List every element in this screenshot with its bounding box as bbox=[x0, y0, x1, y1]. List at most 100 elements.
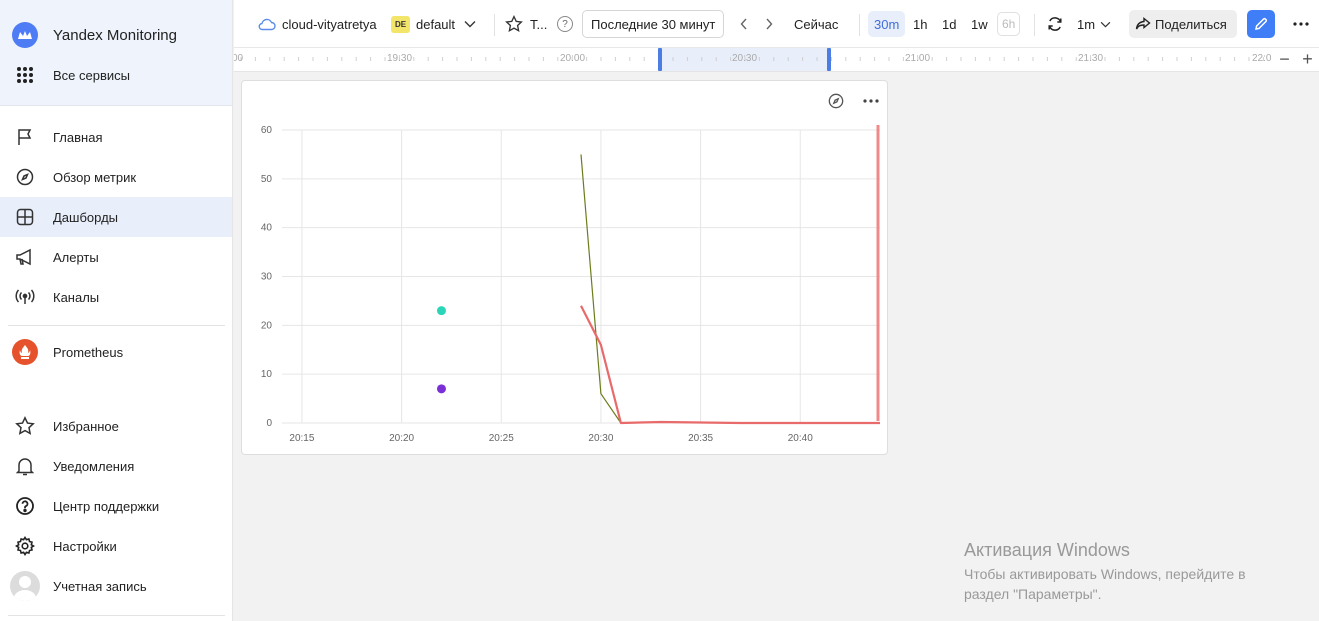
ruler-label: 00 bbox=[234, 53, 244, 64]
line-chart[interactable]: 0 10 20 30 40 50 60 20:15 20:20 20:25 20:30 20:35 20… bbox=[242, 81, 889, 456]
share-button[interactable]: Поделиться bbox=[1129, 0, 1237, 48]
sidebar-item-label: Главная bbox=[53, 129, 103, 145]
sidebar-item-label: Уведомления bbox=[53, 458, 135, 474]
watermark-line: раздел "Параметры". bbox=[964, 586, 1102, 602]
yandex-monitoring-logo-icon bbox=[12, 22, 38, 48]
y-tick-label: 0 bbox=[266, 418, 272, 429]
more-menu-button[interactable] bbox=[1293, 0, 1309, 48]
preset-6h[interactable]: 6h bbox=[997, 0, 1021, 48]
refresh-interval-select[interactable]: 1m bbox=[1077, 0, 1111, 48]
top-bar: cloud-vityatretya DE default T... ? Посл… bbox=[234, 0, 1319, 48]
timeline-handle-end[interactable] bbox=[827, 48, 831, 71]
next-range-button[interactable] bbox=[765, 0, 773, 48]
gear-icon bbox=[12, 534, 38, 558]
refresh-button[interactable] bbox=[1047, 0, 1063, 48]
chart-widget: 0 10 20 30 40 50 60 20:15 20:20 20:25 20:30 20:35 20… bbox=[241, 80, 888, 455]
ruler-label: 20:00 bbox=[560, 53, 586, 64]
chevron-down-icon bbox=[1100, 21, 1111, 28]
toolbar-separator bbox=[494, 14, 495, 36]
sidebar-divider bbox=[8, 615, 225, 616]
all-services-button[interactable]: Все сервисы bbox=[0, 55, 232, 95]
zoom-out-button[interactable]: − bbox=[1279, 49, 1290, 70]
y-tick-label: 20 bbox=[261, 320, 273, 331]
time-range-label: Последние 30 минут bbox=[591, 16, 716, 32]
widget-more-button[interactable] bbox=[861, 91, 881, 111]
y-tick-label: 10 bbox=[261, 369, 273, 380]
help-button[interactable]: ? bbox=[557, 0, 573, 48]
watermark-title: Активация Windows bbox=[964, 540, 1130, 560]
star-icon bbox=[505, 15, 523, 33]
series-line bbox=[580, 305, 880, 425]
sidebar-item-label: Учетная запись bbox=[53, 578, 147, 594]
ruler-label: 21:30 bbox=[1078, 53, 1104, 64]
time-range-picker[interactable]: Последние 30 минут bbox=[582, 0, 725, 48]
series-point bbox=[436, 384, 446, 394]
x-tick-label: 20:25 bbox=[489, 433, 514, 444]
compass-icon bbox=[12, 165, 38, 189]
widget-explore-button[interactable] bbox=[826, 91, 846, 111]
zoom-in-button[interactable]: + bbox=[1302, 49, 1313, 70]
x-tick-label: 20:40 bbox=[788, 433, 813, 444]
favorite-button[interactable] bbox=[505, 0, 523, 48]
more-dots-icon bbox=[1293, 22, 1309, 26]
sidebar-item-dashboards[interactable]: Дашборды bbox=[0, 197, 232, 237]
sidebar-item-metrics-overview[interactable]: Обзор метрик bbox=[0, 157, 232, 197]
chevron-left-icon bbox=[740, 18, 748, 30]
preset-1w[interactable]: 1w bbox=[971, 0, 988, 48]
now-button[interactable]: Сейчас bbox=[794, 0, 838, 48]
folder-selector[interactable]: DE default bbox=[391, 0, 476, 48]
chevron-down-icon bbox=[464, 20, 476, 28]
folder-badge: DE bbox=[391, 15, 410, 33]
folder-name: default bbox=[416, 16, 456, 32]
sidebar-item-label: Алерты bbox=[53, 249, 99, 265]
preset-1h[interactable]: 1h bbox=[913, 0, 927, 48]
sidebar-item-label: Дашборды bbox=[53, 209, 118, 225]
preset-1d[interactable]: 1d bbox=[942, 0, 956, 48]
sidebar-item-label: Центр поддержки bbox=[53, 498, 160, 514]
preset-30m[interactable]: 30m bbox=[868, 0, 906, 48]
edit-button[interactable] bbox=[1247, 0, 1275, 48]
y-tick-label: 30 bbox=[261, 272, 273, 283]
x-tick-label: 20:30 bbox=[588, 433, 613, 444]
sidebar-item-settings[interactable]: Настройки bbox=[0, 526, 232, 566]
timeline-handle-start[interactable] bbox=[658, 48, 662, 71]
sidebar: Yandex Monitoring Все сервисы Главная Об… bbox=[0, 0, 233, 621]
toolbar-separator bbox=[1034, 14, 1035, 36]
sidebar-item-channels[interactable]: Каналы bbox=[0, 277, 232, 317]
sidebar-item-prometheus[interactable]: Prometheus bbox=[0, 332, 232, 372]
sidebar-item-label: Избранное bbox=[53, 418, 119, 434]
y-tick-label: 40 bbox=[261, 223, 273, 234]
prev-range-button[interactable] bbox=[740, 0, 748, 48]
ruler-label: 21:00 bbox=[905, 53, 931, 64]
y-tick-label: 50 bbox=[261, 174, 273, 185]
brand-name: Yandex Monitoring bbox=[53, 26, 177, 44]
ruler-label: 19:30 bbox=[387, 53, 413, 64]
all-services-label: Все сервисы bbox=[53, 67, 130, 83]
series-point bbox=[436, 306, 446, 316]
x-tick-label: 20:15 bbox=[289, 433, 314, 444]
cloud-name: cloud-vityatretya bbox=[282, 16, 377, 32]
brand-link[interactable]: Yandex Monitoring bbox=[0, 15, 232, 55]
chevron-right-icon bbox=[765, 18, 773, 30]
sidebar-item-alerts[interactable]: Алерты bbox=[0, 237, 232, 277]
watermark-line: Чтобы активировать Windows, перейдите в bbox=[964, 566, 1246, 582]
sidebar-item-favorites[interactable]: Избранное bbox=[0, 406, 232, 446]
sidebar-item-label: Prometheus bbox=[53, 344, 124, 360]
avatar bbox=[10, 571, 40, 601]
timeline-ruler[interactable]: 00 19:30 20:00 20:30 21:00 21:30 22:0 − … bbox=[234, 48, 1319, 72]
help-icon bbox=[12, 494, 38, 518]
prometheus-icon bbox=[12, 339, 38, 365]
share-icon bbox=[1135, 17, 1151, 31]
y-tick-label: 60 bbox=[261, 125, 273, 136]
sidebar-item-label: Обзор метрик bbox=[53, 169, 137, 185]
help-icon: ? bbox=[557, 16, 573, 32]
dashboard-title[interactable]: T... bbox=[530, 0, 547, 48]
cloud-selector[interactable]: cloud-vityatretya bbox=[258, 0, 377, 48]
sidebar-item-notifications[interactable]: Уведомления bbox=[0, 446, 232, 486]
sidebar-item-label: Настройки bbox=[53, 538, 117, 554]
sidebar-divider bbox=[8, 325, 225, 326]
sidebar-item-account[interactable]: Учетная запись bbox=[0, 566, 232, 606]
dashboard-icon bbox=[12, 205, 38, 229]
sidebar-item-home[interactable]: Главная bbox=[0, 117, 232, 157]
sidebar-item-support[interactable]: Центр поддержки bbox=[0, 486, 232, 526]
